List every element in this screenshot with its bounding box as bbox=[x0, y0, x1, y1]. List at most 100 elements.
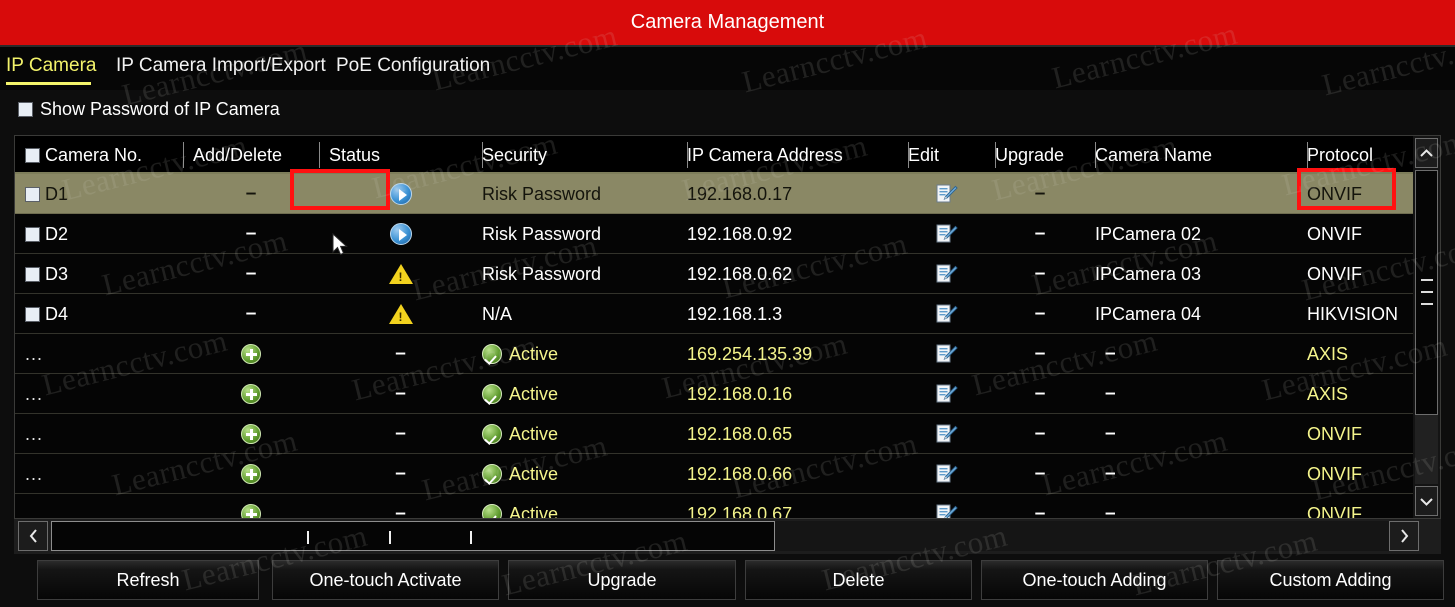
cell-edit[interactable] bbox=[898, 254, 995, 294]
tab-ip-camera-import-export[interactable]: IP Camera Import/Export bbox=[116, 55, 326, 77]
table-row[interactable]: ... – Active 169.254.135.39 – – AXIS bbox=[15, 334, 1415, 374]
cell-upgrade[interactable]: – bbox=[985, 414, 1095, 454]
vertical-scrollbar-thumb[interactable] bbox=[1415, 170, 1438, 415]
edit-pencil-icon[interactable] bbox=[936, 344, 958, 364]
cell-upgrade[interactable]: – bbox=[985, 494, 1095, 518]
cell-add-delete[interactable] bbox=[183, 334, 319, 374]
cell-edit[interactable] bbox=[898, 454, 995, 494]
play-icon[interactable] bbox=[389, 223, 412, 245]
cell-camera-no[interactable]: D3 bbox=[15, 254, 183, 294]
column-header-status[interactable]: Status bbox=[319, 136, 482, 174]
cell-add-delete[interactable] bbox=[183, 374, 319, 414]
scroll-up-icon[interactable] bbox=[1415, 138, 1438, 168]
edit-pencil-icon[interactable] bbox=[936, 264, 958, 284]
add-icon[interactable] bbox=[241, 464, 261, 484]
warning-icon[interactable] bbox=[388, 264, 413, 284]
vertical-scrollbar-track[interactable] bbox=[1415, 170, 1438, 484]
column-header-protocol[interactable]: Protocol bbox=[1297, 136, 1415, 174]
cell-status[interactable] bbox=[319, 294, 482, 334]
cell-edit[interactable] bbox=[898, 374, 995, 414]
custom-adding-button[interactable]: Custom Adding bbox=[1217, 560, 1444, 600]
row-checkbox[interactable] bbox=[25, 266, 40, 282]
cell-camera-no[interactable]: ... bbox=[15, 414, 183, 454]
cell-status[interactable] bbox=[319, 174, 482, 214]
refresh-button[interactable]: Refresh bbox=[37, 560, 259, 600]
add-icon[interactable] bbox=[241, 504, 261, 518]
table-row[interactable]: ... – Active 192.168.0.16 – – AXIS bbox=[15, 374, 1415, 414]
column-header-edit[interactable]: Edit bbox=[898, 136, 995, 174]
cell-camera-no[interactable]: ... bbox=[15, 334, 183, 374]
cell-upgrade[interactable]: – bbox=[985, 334, 1095, 374]
edit-pencil-icon[interactable] bbox=[936, 184, 958, 204]
edit-pencil-icon[interactable] bbox=[936, 424, 958, 444]
edit-pencil-icon[interactable] bbox=[936, 504, 958, 518]
cell-add-delete[interactable] bbox=[183, 494, 319, 518]
delete-button[interactable]: Delete bbox=[745, 560, 972, 600]
cell-upgrade[interactable]: – bbox=[985, 174, 1095, 214]
cell-status[interactable]: – bbox=[319, 454, 482, 494]
cell-edit[interactable] bbox=[898, 174, 995, 214]
column-header-upgrade[interactable]: Upgrade bbox=[985, 136, 1095, 174]
horizontal-scrollbar-thumb[interactable] bbox=[51, 521, 775, 551]
table-row[interactable]: D2 – Risk Password 192.168.0.92 – IPCamera 02… bbox=[15, 214, 1415, 254]
play-icon[interactable] bbox=[389, 183, 412, 205]
one-touch-adding-button[interactable]: One-touch Adding bbox=[981, 560, 1208, 600]
row-checkbox[interactable] bbox=[25, 186, 40, 202]
edit-pencil-icon[interactable] bbox=[936, 224, 958, 244]
table-row[interactable]: D3 – Risk Password 192.168.0.62 – IPCamera 03… bbox=[15, 254, 1415, 294]
cell-status[interactable] bbox=[319, 254, 482, 294]
cell-edit[interactable] bbox=[898, 294, 995, 334]
vertical-scrollbar[interactable] bbox=[1413, 136, 1440, 518]
edit-pencil-icon[interactable] bbox=[936, 384, 958, 404]
cell-add-delete[interactable] bbox=[183, 454, 319, 494]
upgrade-button[interactable]: Upgrade bbox=[508, 560, 736, 600]
tab-poe-configuration[interactable]: PoE Configuration bbox=[336, 55, 490, 77]
column-header-security[interactable]: Security bbox=[472, 136, 687, 174]
horizontal-scrollbar-track[interactable] bbox=[51, 521, 1403, 551]
column-header-camera-no[interactable]: Camera No. bbox=[15, 136, 183, 174]
edit-pencil-icon[interactable] bbox=[936, 304, 958, 324]
cell-edit[interactable] bbox=[898, 414, 995, 454]
cell-add-delete[interactable] bbox=[183, 414, 319, 454]
warning-icon[interactable] bbox=[388, 304, 413, 324]
table-row[interactable]: D4 – N/A 192.168.1.3 – IPCamera 04 HIKVISION bbox=[15, 294, 1415, 334]
scroll-down-icon[interactable] bbox=[1415, 486, 1438, 516]
add-icon[interactable] bbox=[241, 344, 261, 364]
horizontal-scrollbar[interactable] bbox=[14, 519, 1441, 554]
one-touch-activate-button[interactable]: One-touch Activate bbox=[272, 560, 499, 600]
cell-camera-no[interactable]: ... bbox=[15, 374, 183, 414]
table-row[interactable]: ... – Active 192.168.0.65 – – ONVIF bbox=[15, 414, 1415, 454]
cell-upgrade[interactable]: – bbox=[985, 374, 1095, 414]
cell-status[interactable]: – bbox=[319, 494, 482, 518]
tab-ip-camera[interactable]: IP Camera bbox=[6, 55, 96, 77]
cell-camera-no[interactable]: ... bbox=[15, 494, 183, 519]
cell-upgrade[interactable]: – bbox=[985, 294, 1095, 334]
row-checkbox[interactable] bbox=[25, 306, 40, 322]
cell-upgrade[interactable]: – bbox=[985, 454, 1095, 494]
cell-status[interactable]: – bbox=[319, 334, 482, 374]
cell-status[interactable]: – bbox=[319, 374, 482, 414]
cell-add-delete[interactable]: – bbox=[183, 174, 319, 214]
column-header-ip-camera-address[interactable]: IP Camera Address bbox=[677, 136, 908, 174]
cell-upgrade[interactable]: – bbox=[985, 254, 1095, 294]
table-row[interactable]: ... – Active 192.168.0.66 – – ONVIF bbox=[15, 454, 1415, 494]
scroll-left-icon[interactable] bbox=[18, 521, 48, 551]
cell-camera-no[interactable]: D1 bbox=[15, 174, 183, 214]
column-header-add-delete[interactable]: Add/Delete bbox=[183, 136, 319, 174]
cell-camera-no[interactable]: D2 bbox=[15, 214, 183, 254]
cell-camera-no[interactable]: D4 bbox=[15, 294, 183, 334]
show-password-checkbox[interactable] bbox=[18, 102, 33, 117]
row-checkbox[interactable] bbox=[25, 226, 40, 242]
table-row[interactable]: D1 – Risk Password 192.168.0.17 – ONVIF bbox=[15, 174, 1415, 214]
table-row[interactable]: ... – Active 192.168.0.67 – – ONVIF bbox=[15, 494, 1415, 518]
cell-edit[interactable] bbox=[898, 494, 995, 518]
cell-status[interactable]: – bbox=[319, 414, 482, 454]
cell-add-delete[interactable]: – bbox=[183, 214, 319, 254]
show-password-control[interactable]: Show Password of IP Camera bbox=[18, 99, 280, 120]
scroll-right-icon[interactable] bbox=[1389, 521, 1419, 551]
cell-add-delete[interactable]: – bbox=[183, 254, 319, 294]
cell-camera-no[interactable]: ... bbox=[15, 454, 183, 494]
add-icon[interactable] bbox=[241, 384, 261, 404]
column-header-camera-name[interactable]: Camera Name bbox=[1085, 136, 1307, 174]
cell-edit[interactable] bbox=[898, 214, 995, 254]
